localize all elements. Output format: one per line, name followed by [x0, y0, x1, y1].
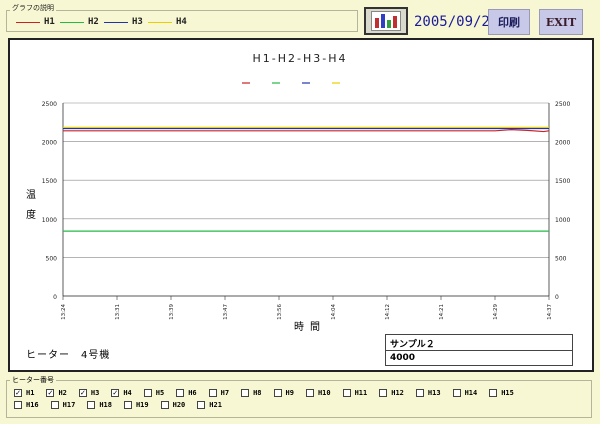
checkbox-box[interactable]: [123, 401, 132, 409]
checkbox-box[interactable]: [305, 389, 314, 397]
heater-checkbox-h18[interactable]: H18: [87, 401, 112, 409]
legend-line-h4: [148, 21, 172, 23]
checkbox-box[interactable]: [241, 389, 250, 397]
checkbox-label: H21: [209, 401, 222, 409]
checkbox-label: H4: [123, 389, 132, 397]
heater-checkbox-h21[interactable]: H21: [197, 401, 222, 409]
legend-label-h1: H1: [44, 17, 55, 27]
sample-value-field: 4000: [385, 350, 573, 366]
heater-checkbox-h12[interactable]: H12: [379, 389, 404, 397]
checkbox-box[interactable]: [273, 389, 282, 397]
chart-title: H1-H2-H3-H4: [252, 52, 348, 65]
checkbox-box[interactable]: [208, 389, 217, 397]
checkbox-label: H14: [464, 389, 478, 397]
heater-select-box: [6, 380, 592, 418]
legend-label-h4: H4: [176, 17, 187, 27]
heater-checkbox-h17[interactable]: H17: [50, 401, 76, 409]
heater-checkbox-h1[interactable]: ✓ H1: [14, 389, 34, 397]
legend-caption: グラフの説明: [10, 3, 56, 13]
checkbox-label: H9: [285, 389, 294, 397]
checkbox-box[interactable]: [452, 389, 461, 397]
checkbox-box[interactable]: ✓: [14, 389, 22, 397]
checkbox-box[interactable]: [50, 401, 59, 409]
y-axis-label-part-1: 温: [26, 190, 36, 201]
checkbox-label: H16: [26, 401, 39, 409]
checkbox-label: H15: [501, 389, 514, 397]
checkbox-label: H17: [62, 401, 76, 409]
heater-select-caption: ヒーター番号: [10, 375, 56, 385]
date-display: 2005/09/20: [414, 14, 499, 30]
heater-checkbox-h2[interactable]: ✓ H2: [46, 389, 67, 397]
sample-name-field: サンプル２: [385, 334, 573, 350]
legend-line-h1: [16, 21, 40, 23]
checkbox-label: H12: [391, 389, 404, 397]
heater-checkbox-h10[interactable]: H10: [305, 389, 331, 397]
checkbox-box[interactable]: [379, 389, 388, 397]
checkbox-label: H6: [188, 389, 197, 397]
heater-checkbox-h6[interactable]: H6: [176, 389, 197, 397]
checkbox-label: H11: [354, 389, 368, 397]
legend-line-h2: [60, 21, 84, 23]
y-axis-label-part-2: 度: [26, 210, 36, 221]
heater-row-1: ✓ H1 ✓ H2 ✓ H3 ✓ H4 H5 H6 H7 H8 H9 H10 H11 H12 H13 H14 H15: [14, 389, 526, 397]
heater-checkbox-h20[interactable]: H20: [160, 401, 186, 409]
legend-item-h4: H4: [148, 16, 187, 28]
heater-checkbox-h14[interactable]: H14: [452, 389, 478, 397]
legend-label-h2: H2: [88, 17, 99, 27]
checkbox-label: H18: [99, 401, 112, 409]
legend-line-h3: [104, 21, 128, 23]
chart-view-button[interactable]: [364, 7, 408, 35]
checkbox-box[interactable]: [160, 401, 169, 409]
checkbox-label: H8: [253, 389, 262, 397]
checkbox-label: H1: [26, 389, 35, 397]
checkbox-label: H7: [220, 389, 230, 397]
legend-item-h2: H2: [60, 16, 99, 28]
heater-checkbox-h4[interactable]: ✓ H4: [111, 389, 132, 397]
checkbox-box[interactable]: [489, 389, 498, 397]
legend-item-h1: H1: [16, 16, 55, 28]
checkbox-label: H13: [427, 389, 441, 397]
heater-checkbox-h16[interactable]: H16: [14, 401, 39, 409]
checkbox-box[interactable]: ✓: [78, 389, 87, 397]
checkbox-label: H10: [317, 389, 331, 397]
checkbox-label: H5: [155, 389, 165, 397]
checkbox-box[interactable]: [197, 401, 206, 409]
checkbox-box[interactable]: ✓: [46, 389, 55, 397]
legend-item-h3: H3: [104, 16, 143, 28]
checkbox-label: H3: [90, 389, 100, 397]
heater-checkbox-h9[interactable]: H9: [273, 389, 294, 397]
bar-chart-icon: [371, 11, 401, 31]
exit-button[interactable]: EXIT: [539, 9, 583, 35]
heater-row-2: H16 H17 H18 H19 H20 H21: [14, 401, 234, 409]
checkbox-box[interactable]: ✓: [111, 389, 120, 397]
heater-checkbox-h5[interactable]: H5: [143, 389, 165, 397]
checkbox-box[interactable]: [143, 389, 152, 397]
checkbox-box[interactable]: [87, 401, 96, 409]
heater-checkbox-h19[interactable]: H19: [123, 401, 149, 409]
checkbox-box[interactable]: [415, 389, 424, 397]
checkbox-label: H19: [135, 401, 149, 409]
checkbox-box[interactable]: [14, 401, 22, 409]
heater-checkbox-h13[interactable]: H13: [415, 389, 441, 397]
heater-checkbox-h15[interactable]: H15: [489, 389, 514, 397]
heater-checkbox-h11[interactable]: H11: [342, 389, 368, 397]
x-axis-label: 時間: [294, 322, 326, 333]
checkbox-label: H20: [172, 401, 186, 409]
heater-label: ヒーター 4号機: [26, 350, 111, 361]
checkbox-box[interactable]: [342, 389, 351, 397]
legend-label-h3: H3: [132, 17, 143, 27]
heater-checkbox-h8[interactable]: H8: [241, 389, 262, 397]
print-button[interactable]: 印刷: [488, 9, 530, 35]
heater-checkbox-h3[interactable]: ✓ H3: [78, 389, 100, 397]
heater-checkbox-h7[interactable]: H7: [208, 389, 230, 397]
checkbox-box[interactable]: [176, 389, 185, 397]
checkbox-label: H2: [58, 389, 67, 397]
